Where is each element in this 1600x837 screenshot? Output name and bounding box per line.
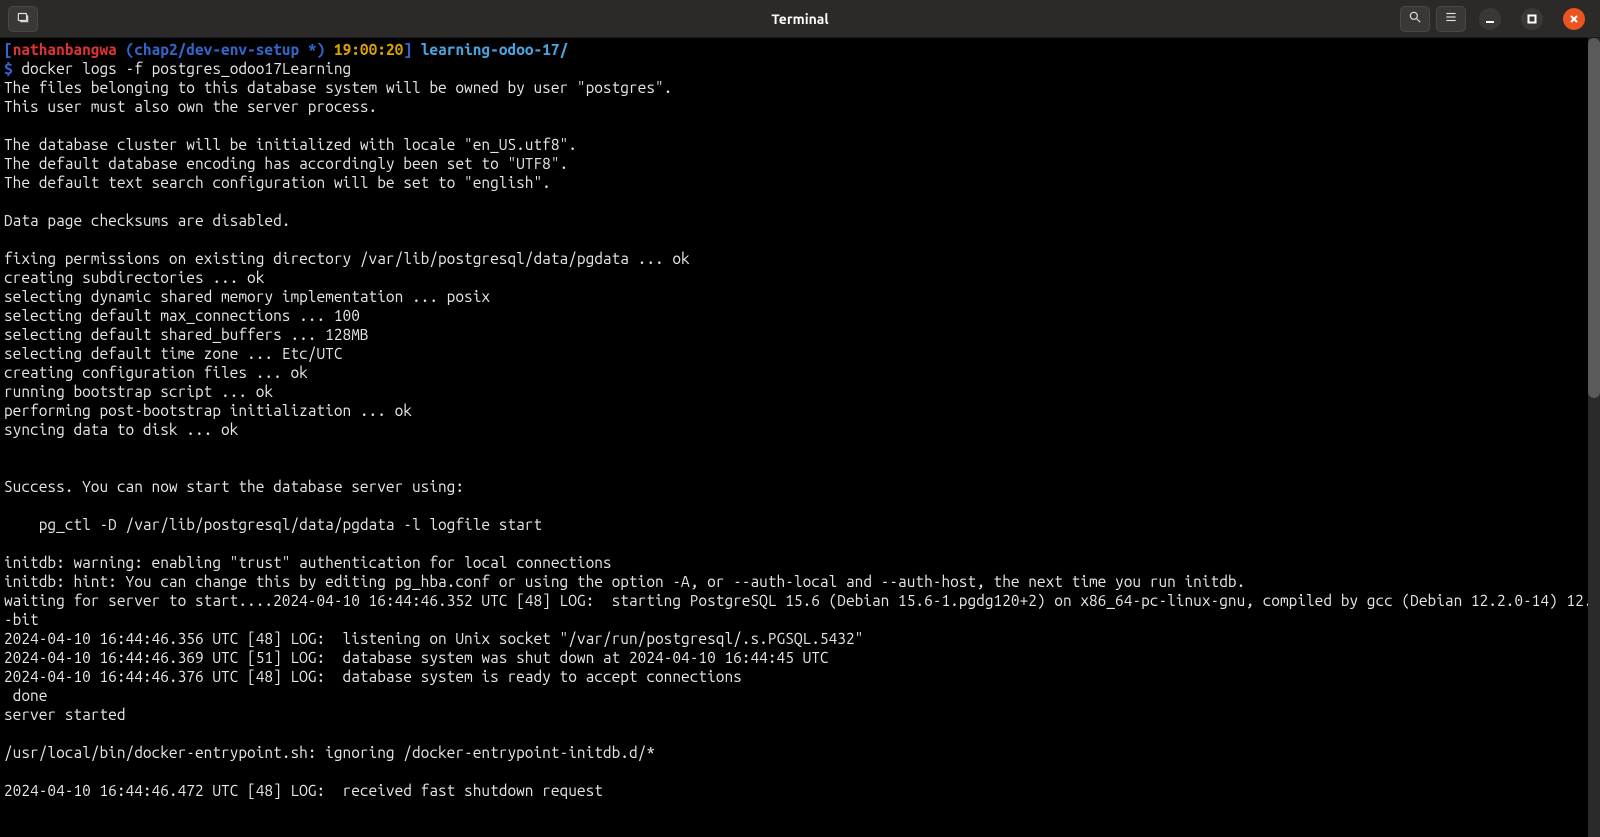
output-line: The default database encoding has accord… — [4, 154, 1596, 173]
output-line: performing post-bootstrap initialization… — [4, 401, 1596, 420]
output-line: -bit — [4, 610, 1596, 629]
output-line: done — [4, 686, 1596, 705]
output-line — [4, 192, 1596, 211]
command-text: docker logs -f postgres_odoo17Learning — [21, 60, 351, 77]
titlebar: Terminal — [0, 0, 1600, 38]
prompt-symbol: $ — [4, 60, 13, 77]
menu-button[interactable] — [1436, 6, 1466, 32]
output-line: syncing data to disk ... ok — [4, 420, 1596, 439]
prompt-bracket-close: ] — [403, 41, 412, 58]
output-line — [4, 496, 1596, 515]
output-line: Data page checksums are disabled. — [4, 211, 1596, 230]
terminal-viewport[interactable]: [nathanbangwa (chap2/dev-env-setup *) 19… — [0, 38, 1600, 837]
output-line: The default text search configuration wi… — [4, 173, 1596, 192]
prompt-time: 19:00:20 — [334, 41, 403, 58]
terminal-content: [nathanbangwa (chap2/dev-env-setup *) 19… — [4, 40, 1596, 800]
output-line: 2024-04-10 16:44:46.369 UTC [51] LOG: da… — [4, 648, 1596, 667]
output-line — [4, 439, 1596, 458]
output-line: The database cluster will be initialized… — [4, 135, 1596, 154]
close-icon — [1563, 8, 1585, 30]
terminal-window: Terminal — [0, 0, 1600, 837]
output-line: 2024-04-10 16:44:46.376 UTC [48] LOG: da… — [4, 667, 1596, 686]
maximize-button[interactable] — [1514, 6, 1550, 32]
prompt-line: [nathanbangwa (chap2/dev-env-setup *) 19… — [4, 40, 1596, 59]
output-line: selecting default max_connections ... 10… — [4, 306, 1596, 325]
output-line: /usr/local/bin/docker-entrypoint.sh: ign… — [4, 743, 1596, 762]
output-line: fixing permissions on existing directory… — [4, 249, 1596, 268]
prompt-path: learning-odoo-17/ — [421, 41, 569, 58]
scrollbar-thumb[interactable] — [1588, 38, 1600, 398]
output-line — [4, 116, 1596, 135]
output-line: creating configuration files ... ok — [4, 363, 1596, 382]
output-line: Success. You can now start the database … — [4, 477, 1596, 496]
prompt-branch: (chap2/dev-env-setup *) — [126, 41, 326, 58]
output-line: pg_ctl -D /var/lib/postgresql/data/pgdat… — [4, 515, 1596, 534]
output-line — [4, 230, 1596, 249]
output-line: waiting for server to start....2024-04-1… — [4, 591, 1596, 610]
command-line: $ docker logs -f postgres_odoo17Learning — [4, 59, 1596, 78]
output-line — [4, 458, 1596, 477]
output-line: This user must also own the server proce… — [4, 97, 1596, 116]
search-button[interactable] — [1400, 6, 1430, 32]
output-line: selecting default time zone ... Etc/UTC — [4, 344, 1596, 363]
output-line: selecting default shared_buffers ... 128… — [4, 325, 1596, 344]
output-line: initdb: hint: You can change this by edi… — [4, 572, 1596, 591]
search-icon — [1408, 10, 1422, 27]
minimize-button[interactable] — [1472, 6, 1508, 32]
output-line: initdb: warning: enabling "trust" authen… — [4, 553, 1596, 572]
new-tab-button[interactable] — [8, 6, 38, 32]
output-line: The files belonging to this database sys… — [4, 78, 1596, 97]
output-line: server started — [4, 705, 1596, 724]
output-line: creating subdirectories ... ok — [4, 268, 1596, 287]
minimize-icon — [1479, 8, 1501, 30]
window-title: Terminal — [0, 11, 1600, 27]
output-line — [4, 762, 1596, 781]
close-button[interactable] — [1556, 6, 1592, 32]
output-line: 2024-04-10 16:44:46.472 UTC [48] LOG: re… — [4, 781, 1596, 800]
maximize-icon — [1521, 8, 1543, 30]
prompt-bracket-open: [ — [4, 41, 13, 58]
output-line: selecting dynamic shared memory implemen… — [4, 287, 1596, 306]
output-line: running bootstrap script ... ok — [4, 382, 1596, 401]
new-tab-icon — [16, 10, 30, 27]
prompt-user: nathanbangwa — [13, 41, 117, 58]
output-line — [4, 534, 1596, 553]
output-line: 2024-04-10 16:44:46.356 UTC [48] LOG: li… — [4, 629, 1596, 648]
scrollbar-track[interactable] — [1588, 38, 1600, 837]
hamburger-menu-icon — [1444, 10, 1458, 27]
output-line — [4, 724, 1596, 743]
